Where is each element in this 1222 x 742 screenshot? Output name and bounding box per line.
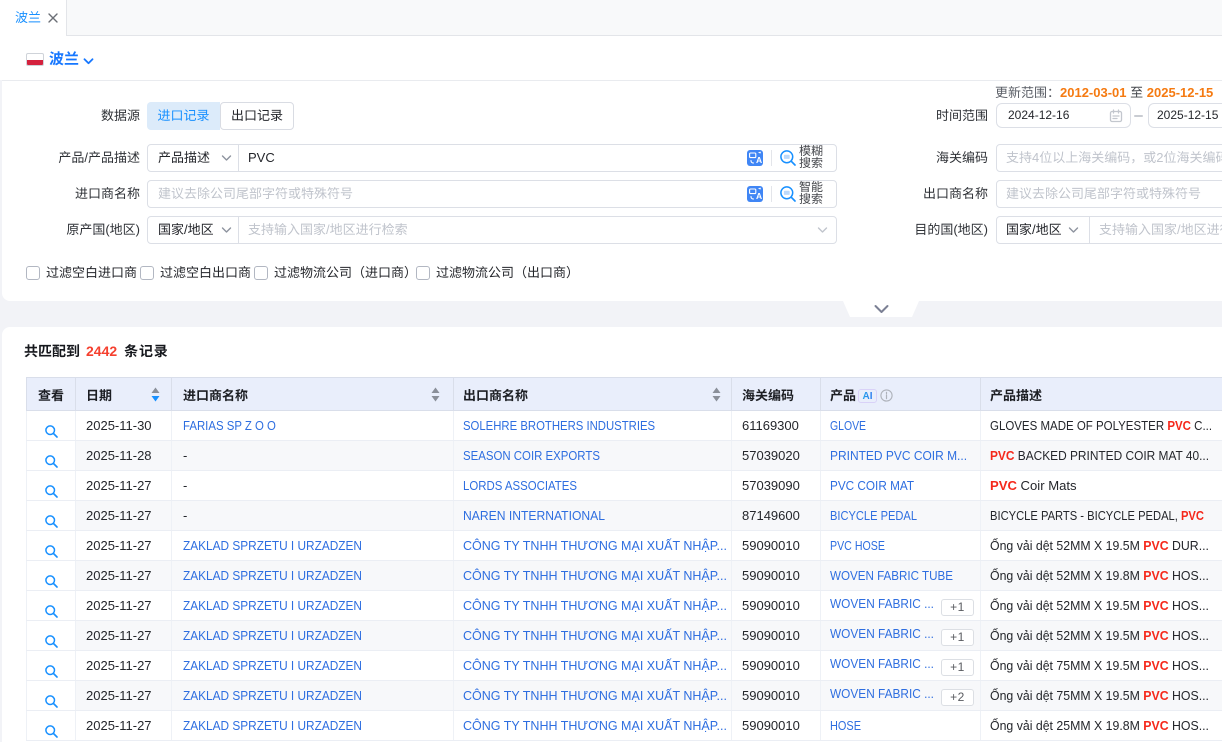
svg-text:A: A: [756, 191, 762, 201]
svg-text:A: A: [756, 155, 762, 165]
